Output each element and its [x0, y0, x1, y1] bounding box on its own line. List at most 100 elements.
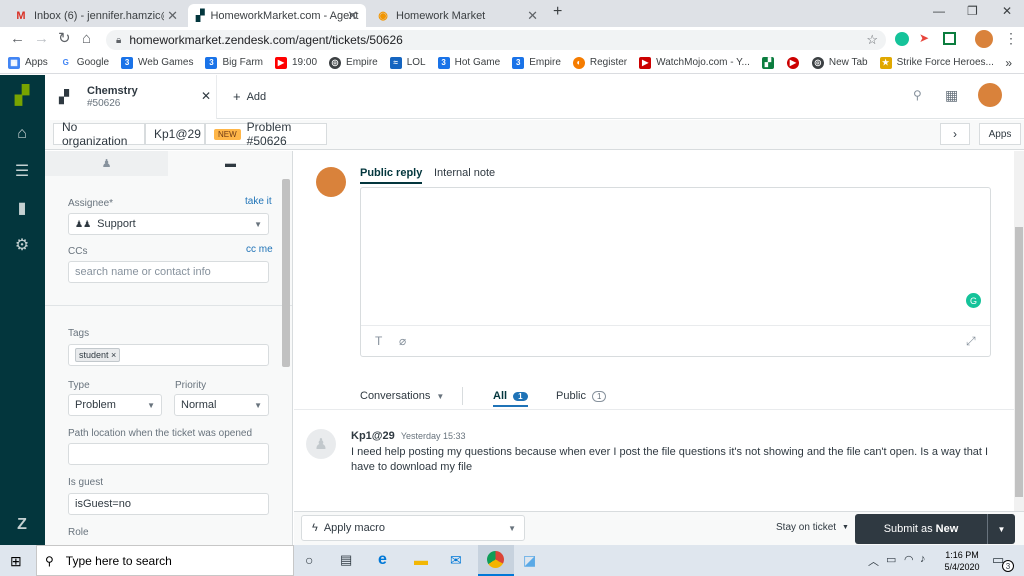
main-scrollbar[interactable]	[1014, 151, 1024, 511]
conversations-dropdown[interactable]: Conversations ▼	[360, 390, 444, 402]
cc-search-input[interactable]: search name or contact info	[68, 261, 269, 283]
bookmark-item[interactable]: G Google	[59, 56, 109, 69]
search-icon[interactable]: ⚲	[913, 88, 922, 102]
ticket-tab-icon[interactable]: ▬	[168, 151, 292, 176]
wifi-icon[interactable]: ◠	[904, 553, 914, 566]
minimize-icon[interactable]: —	[933, 4, 945, 18]
priority-select[interactable]: Normal ▼	[174, 394, 269, 416]
taskbar-search-box[interactable]: ⚲ Type here to search	[36, 545, 294, 576]
cortana-icon[interactable]: ○	[305, 552, 313, 568]
back-icon[interactable]: ←	[10, 31, 25, 47]
public-reply-tab[interactable]: Public reply	[360, 167, 423, 184]
bookmark-item[interactable]: ▶	[786, 56, 804, 69]
views-icon[interactable]: ☰	[12, 161, 32, 181]
new-tab-button[interactable]: +	[553, 3, 562, 21]
tag-chip[interactable]: student ×	[75, 348, 121, 362]
close-ticket-tab-icon[interactable]: ✕	[201, 89, 211, 103]
products-grid-icon[interactable]: ▦	[945, 87, 958, 104]
text-format-icon[interactable]: T	[375, 334, 382, 348]
restore-icon[interactable]: ❐	[967, 4, 978, 18]
expand-editor-icon[interactable]: ⤢	[966, 334, 976, 349]
reload-icon[interactable]: ↻	[58, 31, 71, 47]
extension-icon[interactable]: ➤	[919, 31, 929, 45]
filter-all-tab[interactable]: All 1	[493, 390, 528, 407]
ticket-breadcrumb[interactable]: NEW Problem #50626	[205, 120, 327, 148]
attachment-icon[interactable]: ⌀	[399, 334, 406, 348]
bookmark-item[interactable]: 3 Big Farm	[205, 56, 263, 69]
requester-breadcrumb[interactable]: Kp1@29	[145, 123, 205, 145]
bookmark-item[interactable]: ▶ 19:00	[275, 56, 317, 69]
bookmark-item[interactable]: 3 Hot Game	[437, 56, 500, 69]
close-tab-icon[interactable]: ✕	[167, 8, 178, 24]
next-chevron-icon[interactable]: ›	[940, 123, 970, 145]
cc-me-link[interactable]: cc me	[246, 244, 273, 255]
volume-icon[interactable]: ♪	[920, 553, 926, 565]
stay-on-ticket-select[interactable]: Stay on ticket ▼	[776, 522, 849, 533]
tray-chevron-icon[interactable]: ︿	[868, 553, 879, 569]
bookmark-item[interactable]: ◎ New Tab	[811, 56, 868, 69]
taskbar-clock[interactable]: 1:16 PM 5/4/2020	[942, 549, 982, 573]
take-it-link[interactable]: take it	[245, 196, 272, 207]
panel-scrollbar[interactable]	[282, 179, 290, 367]
agent-avatar	[316, 167, 346, 197]
bookmark-item[interactable]: 3 Empire	[512, 56, 561, 69]
forward-icon[interactable]: →	[34, 31, 49, 47]
comment-author[interactable]: Kp1@29	[351, 430, 395, 442]
bookmark-item[interactable]: ◐ Register	[572, 56, 627, 69]
close-window-icon[interactable]: ✕	[1002, 4, 1012, 18]
bookmark-item[interactable]: 3 Web Games	[121, 56, 193, 69]
mail-icon[interactable]: ✉	[450, 552, 462, 569]
browser-tab-gmail[interactable]: M Inbox (6) - jennifer.hamzic@gma ✕	[6, 4, 186, 27]
is-guest-input[interactable]: isGuest=no	[68, 493, 269, 515]
divider	[462, 387, 463, 405]
path-location-input[interactable]	[68, 443, 269, 465]
bookmark-star-icon[interactable]: ☆	[866, 32, 878, 48]
filter-public-tab[interactable]: Public 1	[556, 390, 607, 402]
admin-gear-icon[interactable]: ⚙	[12, 235, 32, 255]
type-select[interactable]: Problem ▼	[68, 394, 162, 416]
tags-input[interactable]: student ×	[68, 344, 269, 366]
extension-box-icon[interactable]	[943, 32, 956, 45]
ticket-tab[interactable]: ▞ Chemstry #50626 ✕	[45, 75, 217, 119]
user-tab-icon[interactable]: ♟	[45, 151, 168, 176]
add-tab-button[interactable]: + Add	[233, 89, 266, 104]
chrome-taskbar-button[interactable]	[478, 545, 514, 576]
bookmark-item[interactable]: ▶ WatchMojo.com - Y...	[639, 56, 750, 69]
grammarly-extension-icon[interactable]	[895, 32, 909, 46]
browser-menu-icon[interactable]: ⋮	[1004, 30, 1018, 47]
edge-icon[interactable]: e	[378, 551, 387, 569]
close-tab-icon[interactable]: ✕	[347, 8, 358, 24]
file-explorer-icon[interactable]: ▬	[414, 552, 428, 568]
address-bar[interactable]: 🔒︎ homeworkmarket.zendesk.com/agent/tick…	[106, 30, 886, 50]
task-view-icon[interactable]: ▤	[340, 552, 352, 568]
remove-tag-icon[interactable]: ×	[111, 350, 116, 360]
home-icon[interactable]: ⌂	[12, 124, 32, 144]
internal-note-tab[interactable]: Internal note	[434, 167, 495, 179]
reply-editor[interactable]: G T ⌀ ⤢	[360, 187, 991, 357]
more-bookmarks-icon[interactable]: »	[1005, 56, 1012, 70]
submit-options-button[interactable]: ▼	[987, 514, 1015, 544]
browser-tab-homework-market[interactable]: ◉ Homework Market ✕	[368, 4, 546, 27]
bookmark-item[interactable]: ▦ Apps	[8, 56, 48, 69]
app-icon[interactable]: ◪	[523, 552, 536, 569]
zendesk-product-icon[interactable]: Z	[12, 515, 32, 535]
battery-icon[interactable]: ▭	[886, 553, 896, 566]
agent-avatar[interactable]	[978, 83, 1002, 107]
scrollbar-thumb[interactable]	[1015, 227, 1023, 497]
bookmark-item[interactable]: ≈ LOL	[389, 56, 426, 69]
apps-button[interactable]: Apps	[979, 123, 1021, 145]
bookmark-item[interactable]: ★ Strike Force Heroes...	[879, 56, 994, 69]
reporting-icon[interactable]: ▮	[12, 198, 32, 218]
bookmark-item[interactable]: ◎ Empire	[329, 56, 378, 69]
browser-tab-zendesk[interactable]: ▞ HomeworkMarket.com - Agent ✕	[188, 4, 366, 27]
windows-start-icon[interactable]: ⊞	[10, 553, 22, 570]
organization-breadcrumb[interactable]: No organization	[53, 120, 145, 148]
submit-button[interactable]: Submit as New	[855, 514, 987, 544]
assignee-select[interactable]: ♟♟ Support ▼	[68, 213, 269, 235]
grammarly-icon[interactable]: G	[966, 293, 981, 308]
close-tab-icon[interactable]: ✕	[527, 8, 538, 24]
home-icon[interactable]: ⌂	[82, 31, 91, 47]
apply-macro-select[interactable]: ϟ Apply macro ▼	[301, 515, 525, 541]
bookmark-item[interactable]: ▞	[761, 56, 779, 69]
profile-avatar[interactable]	[975, 30, 993, 48]
